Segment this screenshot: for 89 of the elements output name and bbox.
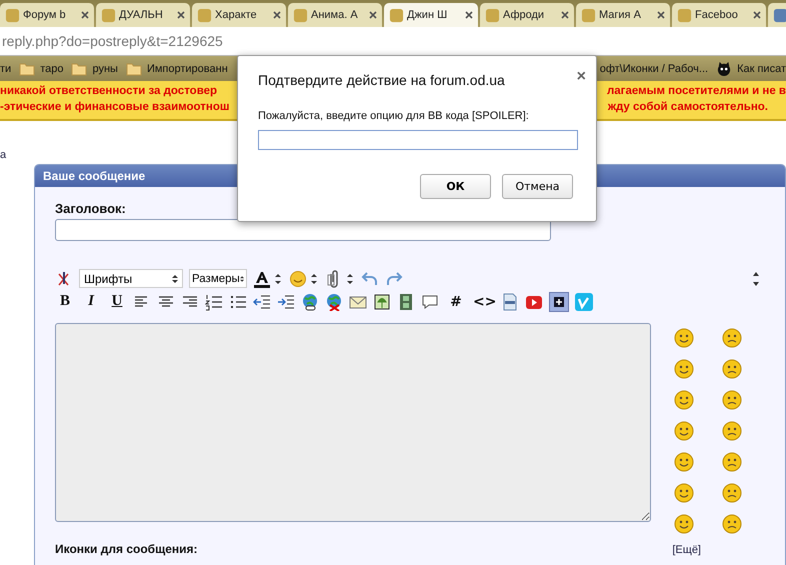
font-select[interactable]: Шрифты [79, 269, 183, 288]
document-icon[interactable] [501, 292, 519, 310]
smiley-icon[interactable] [673, 451, 695, 473]
close-button[interactable]: × [576, 68, 586, 86]
site-icon [197, 8, 212, 22]
site-icon [485, 8, 500, 22]
notice-text: лагаемым посетителями и не в [606, 84, 786, 99]
browser-tab[interactable]: Faceboo [672, 3, 766, 27]
spinner-arrows-icon [172, 274, 178, 284]
site-icon [581, 8, 596, 22]
browser-tab[interactable]: Характе [192, 3, 286, 27]
subject-field[interactable] [55, 219, 551, 241]
browser-tab[interactable]: Афроди [480, 3, 574, 27]
unlink-globe-icon[interactable] [325, 292, 343, 310]
notice-text: -этические и финансовые взаимоотнош [0, 100, 230, 115]
site-icon [293, 8, 308, 22]
close-icon[interactable] [465, 11, 473, 19]
cancel-button[interactable]: Отмена [502, 174, 573, 199]
browser-tab[interactable]: Форум b [0, 3, 94, 27]
close-icon[interactable] [561, 11, 569, 19]
bookmark[interactable]: Как писат [716, 62, 786, 76]
site-icon [773, 8, 786, 22]
link-globe-icon[interactable] [301, 292, 319, 310]
redo-icon[interactable] [385, 270, 403, 288]
image-icon[interactable] [373, 292, 391, 310]
smiley-icon[interactable] [721, 482, 743, 504]
subject-label: Заголовок: [55, 201, 127, 216]
text-color-icon[interactable] [253, 270, 283, 288]
film-icon[interactable] [397, 292, 415, 310]
close-icon[interactable] [657, 11, 665, 19]
size-select[interactable]: Размеры [189, 269, 247, 288]
site-icon [677, 8, 692, 22]
bookmark[interactable]: таро [19, 62, 64, 76]
site-icon [101, 8, 116, 22]
breadcrumb-link[interactable]: а [0, 149, 6, 161]
close-icon[interactable] [369, 11, 377, 19]
more-link[interactable]: [Ещё] [672, 544, 701, 556]
close-icon[interactable] [753, 11, 761, 19]
icons-label: Иконки для сообщения: [55, 542, 198, 556]
notice-text: жду собой самостоятельно. [608, 100, 768, 115]
folder-icon [126, 62, 142, 76]
undo-icon[interactable] [361, 270, 379, 288]
smiley-icon[interactable] [673, 420, 695, 442]
smiley-icon[interactable] [673, 513, 695, 535]
bookmark[interactable]: ти [0, 62, 12, 76]
plus-icon[interactable] [549, 292, 569, 312]
quote-bubble-icon[interactable] [421, 292, 439, 310]
code-button[interactable]: <> [473, 292, 495, 312]
browser-tab[interactable]: Магия А [576, 3, 670, 27]
outdent-icon[interactable] [253, 292, 271, 310]
spinner-arrows-icon [240, 274, 244, 284]
bookmark[interactable]: руны [71, 62, 118, 76]
folder-icon [19, 62, 36, 76]
format-button[interactable]: I [81, 292, 101, 312]
close-icon[interactable] [177, 11, 185, 19]
smiley-icon[interactable] [721, 358, 743, 380]
smiley-icon[interactable] [673, 482, 695, 504]
browser-tab[interactable]: Анима. А [288, 3, 382, 27]
smiley-icon[interactable] [721, 389, 743, 411]
smiley-icon[interactable] [721, 513, 743, 535]
folder-icon [71, 62, 88, 76]
smiley-menu-icon[interactable] [289, 270, 319, 288]
format-button[interactable]: U [107, 292, 127, 312]
browser-tab[interactable]: ДУАЛЬН [96, 3, 190, 27]
smiley-icon[interactable] [721, 420, 743, 442]
notice-text: никакой ответственности за достовер [0, 84, 218, 99]
dialog-title: Подтвердите действие на forum.od.ua [258, 72, 505, 88]
toggle-arrows-icon[interactable] [751, 270, 761, 288]
ok-button[interactable]: ОК [420, 174, 491, 199]
format-button[interactable]: B [55, 292, 75, 312]
attachment-icon[interactable] [325, 270, 355, 288]
dialog-prompt: Пожалуйста, введите опцию для BB кода [SPOILER]: [258, 110, 530, 122]
indent-icon[interactable] [277, 292, 295, 310]
smiley-icon[interactable] [721, 451, 743, 473]
cat-icon [716, 62, 732, 76]
bookmark[interactable]: Импортированн [126, 62, 228, 76]
option-field[interactable] [258, 130, 578, 150]
code-button[interactable]: # [445, 292, 467, 312]
smiley-icon[interactable] [721, 327, 743, 349]
site-icon [5, 8, 20, 22]
smiley-icon[interactable] [673, 327, 695, 349]
close-icon[interactable] [81, 11, 89, 19]
smiley-icon[interactable] [673, 358, 695, 380]
bookmark[interactable]: офт\Иконки / Рабоч... [600, 62, 708, 76]
site-icon [389, 8, 404, 22]
smiley-icon[interactable] [673, 389, 695, 411]
browser-tab[interactable]: Джин Ш [384, 3, 478, 27]
numbered-list-icon[interactable] [205, 292, 223, 310]
close-icon[interactable] [273, 11, 281, 19]
